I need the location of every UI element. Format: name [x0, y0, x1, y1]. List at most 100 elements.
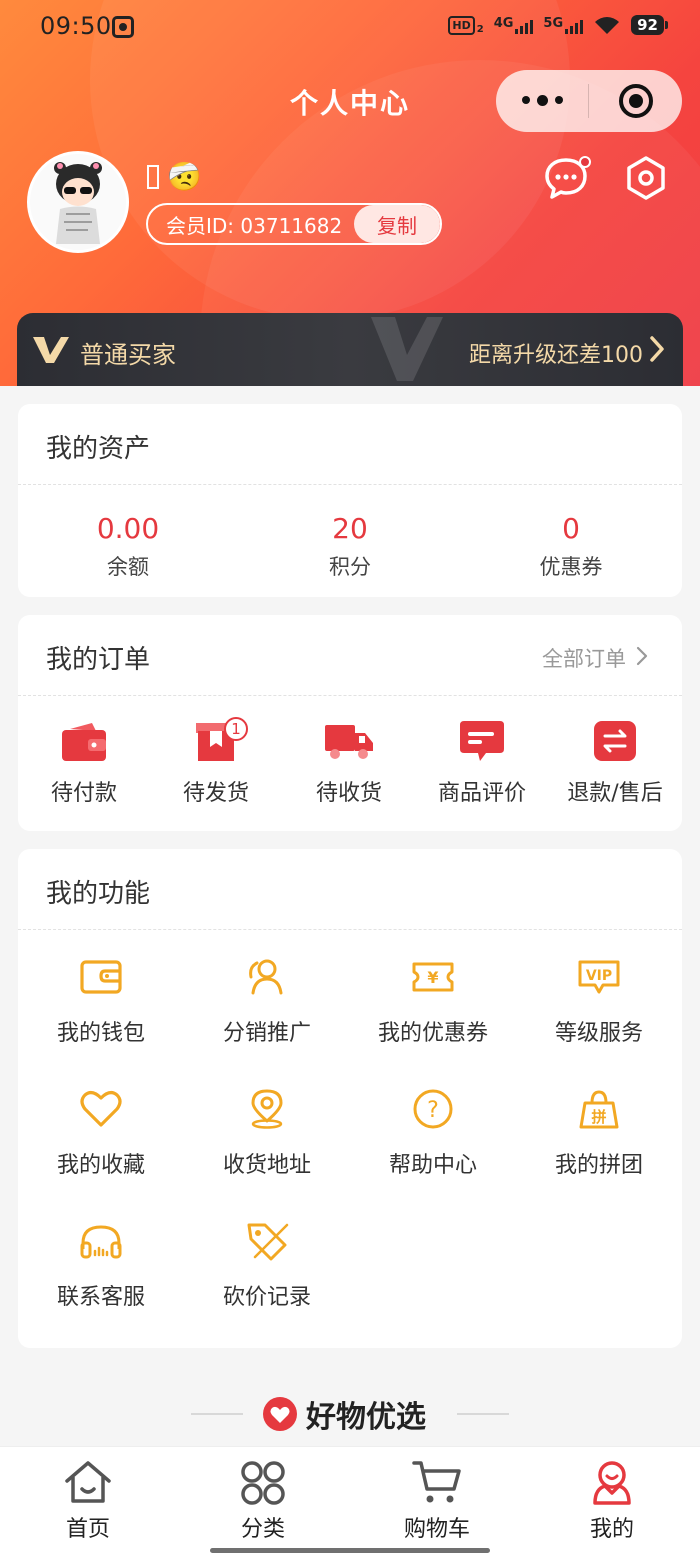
help-symbol: ?	[427, 1098, 439, 1123]
order-label: 商品评价	[437, 781, 526, 806]
vip-level-bar[interactable]: 普通买家 距离升级还差100	[17, 313, 683, 386]
order-pending-payment[interactable]: 待付款	[18, 721, 150, 807]
close-target-icon[interactable]	[589, 84, 682, 118]
wallet-icon	[62, 723, 106, 761]
coupon-icon: ¥	[412, 962, 454, 992]
func-label: 我的钱包	[56, 1021, 145, 1046]
truck-icon	[325, 725, 373, 759]
asset-balance[interactable]: 0.00 余额	[38, 512, 218, 581]
vip-v-icon	[33, 337, 69, 363]
mini-program-capsule	[496, 70, 682, 132]
func-distribution[interactable]: 分销推广	[184, 957, 350, 1047]
tab-label: 购物车	[403, 1517, 470, 1542]
asset-value: 20	[332, 512, 368, 545]
func-coupons[interactable]: ¥ 我的优惠券	[350, 957, 516, 1047]
settings-icon[interactable]	[622, 154, 670, 202]
assets-card: 我的资产 0.00 余额 20 积分 0 优惠券	[18, 404, 682, 597]
cart-icon	[412, 1461, 461, 1503]
func-label: 收货地址	[222, 1153, 311, 1178]
functions-title: 我的功能	[46, 879, 151, 909]
func-customer-service[interactable]: 联系客服	[18, 1221, 184, 1311]
order-pending-shipment[interactable]: 1 待发货	[150, 717, 282, 807]
badge-count: 1	[224, 717, 248, 741]
help-icon: ?	[413, 1089, 453, 1129]
order-label: 待发货	[182, 781, 249, 806]
member-id: 会员ID: 03711682	[166, 213, 343, 238]
func-label: 帮助中心	[388, 1153, 477, 1178]
nickname-glyph	[147, 164, 159, 189]
vip-icon: VIP	[578, 960, 620, 994]
asset-points[interactable]: 20 积分	[260, 512, 440, 581]
func-label: 我的拼团	[554, 1153, 643, 1178]
heart-icon	[263, 1397, 297, 1431]
all-orders-link[interactable]: 全部订单	[542, 643, 626, 673]
orders-title: 我的订单	[46, 645, 151, 675]
func-label: 等级服务	[554, 1021, 643, 1046]
group-symbol: 拼	[591, 1108, 606, 1126]
users-icon	[249, 959, 283, 995]
wifi-icon	[595, 17, 620, 34]
func-help[interactable]: ? 帮助中心	[350, 1089, 516, 1179]
comment-icon	[460, 721, 504, 761]
bargain-icon	[247, 1223, 289, 1261]
home-indicator	[210, 1548, 490, 1553]
func-label: 分销推广	[222, 1021, 311, 1046]
asset-value: 0	[562, 512, 580, 545]
recommend-section-header: 好物优选	[0, 1392, 700, 1436]
vip-level: 普通买家	[80, 341, 176, 369]
func-group-buy[interactable]: 拼 我的拼团	[516, 1089, 682, 1179]
func-favorites[interactable]: 我的收藏	[18, 1089, 184, 1179]
functions-card: 我的功能 我的钱包 分销推广 ¥ 我的优惠券 VIP 等级服务 我的收藏 收货地…	[18, 849, 682, 1348]
member-id-pill: 会员ID: 03711682 复制	[146, 203, 442, 245]
func-bargain[interactable]: 砍价记录	[184, 1221, 350, 1311]
order-label: 待收货	[315, 781, 382, 806]
order-refund[interactable]: 退款/售后	[549, 721, 681, 807]
battery-icon: 92	[631, 15, 668, 35]
signal-4g-icon: 4G	[494, 16, 534, 34]
tab-mine[interactable]: 我的	[552, 1459, 672, 1543]
tab-bar: 首页 分类 购物车 我的	[0, 1446, 700, 1555]
vip-text: VIP	[586, 968, 612, 984]
location-icon	[251, 1089, 283, 1129]
home-icon	[65, 1461, 111, 1503]
copy-button[interactable]: 复制	[354, 205, 440, 243]
user-icon	[593, 1461, 631, 1505]
nickname-emoji: 🤕	[167, 160, 202, 193]
func-label: 我的优惠券	[377, 1021, 488, 1046]
asset-coupons[interactable]: 0 优惠券	[481, 512, 661, 581]
order-review[interactable]: 商品评价	[416, 721, 548, 807]
tab-category[interactable]: 分类	[203, 1459, 323, 1543]
func-label: 砍价记录	[222, 1285, 311, 1310]
heart-icon	[80, 1091, 122, 1127]
vip-upgrade-text: 距离升级还差100	[469, 343, 643, 368]
coupon-symbol: ¥	[427, 968, 438, 987]
func-address[interactable]: 收货地址	[184, 1089, 350, 1179]
message-icon[interactable]	[544, 156, 592, 200]
hd-icon: HD 2	[448, 15, 484, 35]
tab-cart[interactable]: 购物车	[377, 1459, 497, 1543]
nickname: 🤕	[147, 160, 202, 193]
order-label: 退款/售后	[567, 781, 663, 806]
asset-label: 优惠券	[539, 555, 603, 579]
chevron-right-icon	[636, 646, 648, 666]
tab-label: 分类	[240, 1517, 285, 1542]
status-bar: 09:50 HD 2 4G 5G 92	[0, 0, 700, 56]
signal-5g-icon: 5G	[543, 16, 584, 34]
screen-record-icon	[112, 16, 134, 38]
assets-title: 我的资产	[46, 434, 151, 464]
orders-card: 我的订单 全部订单 待付款 1 待发货 待收货 商品评价 退款/售后	[18, 615, 682, 831]
func-label: 联系客服	[56, 1285, 145, 1310]
avatar[interactable]	[27, 151, 129, 253]
group-buy-icon: 拼	[579, 1090, 619, 1129]
status-time: 09:50	[40, 12, 112, 40]
chevron-right-icon	[650, 336, 664, 362]
order-pending-receipt[interactable]: 待收货	[283, 721, 415, 807]
tab-label: 首页	[65, 1517, 110, 1542]
asset-label: 积分	[329, 555, 371, 579]
asset-label: 余额	[107, 555, 149, 579]
order-label: 待付款	[50, 781, 117, 806]
more-icon[interactable]	[496, 94, 588, 106]
func-level-service[interactable]: VIP 等级服务	[516, 957, 682, 1047]
tab-home[interactable]: 首页	[28, 1459, 148, 1543]
func-wallet[interactable]: 我的钱包	[18, 957, 184, 1047]
